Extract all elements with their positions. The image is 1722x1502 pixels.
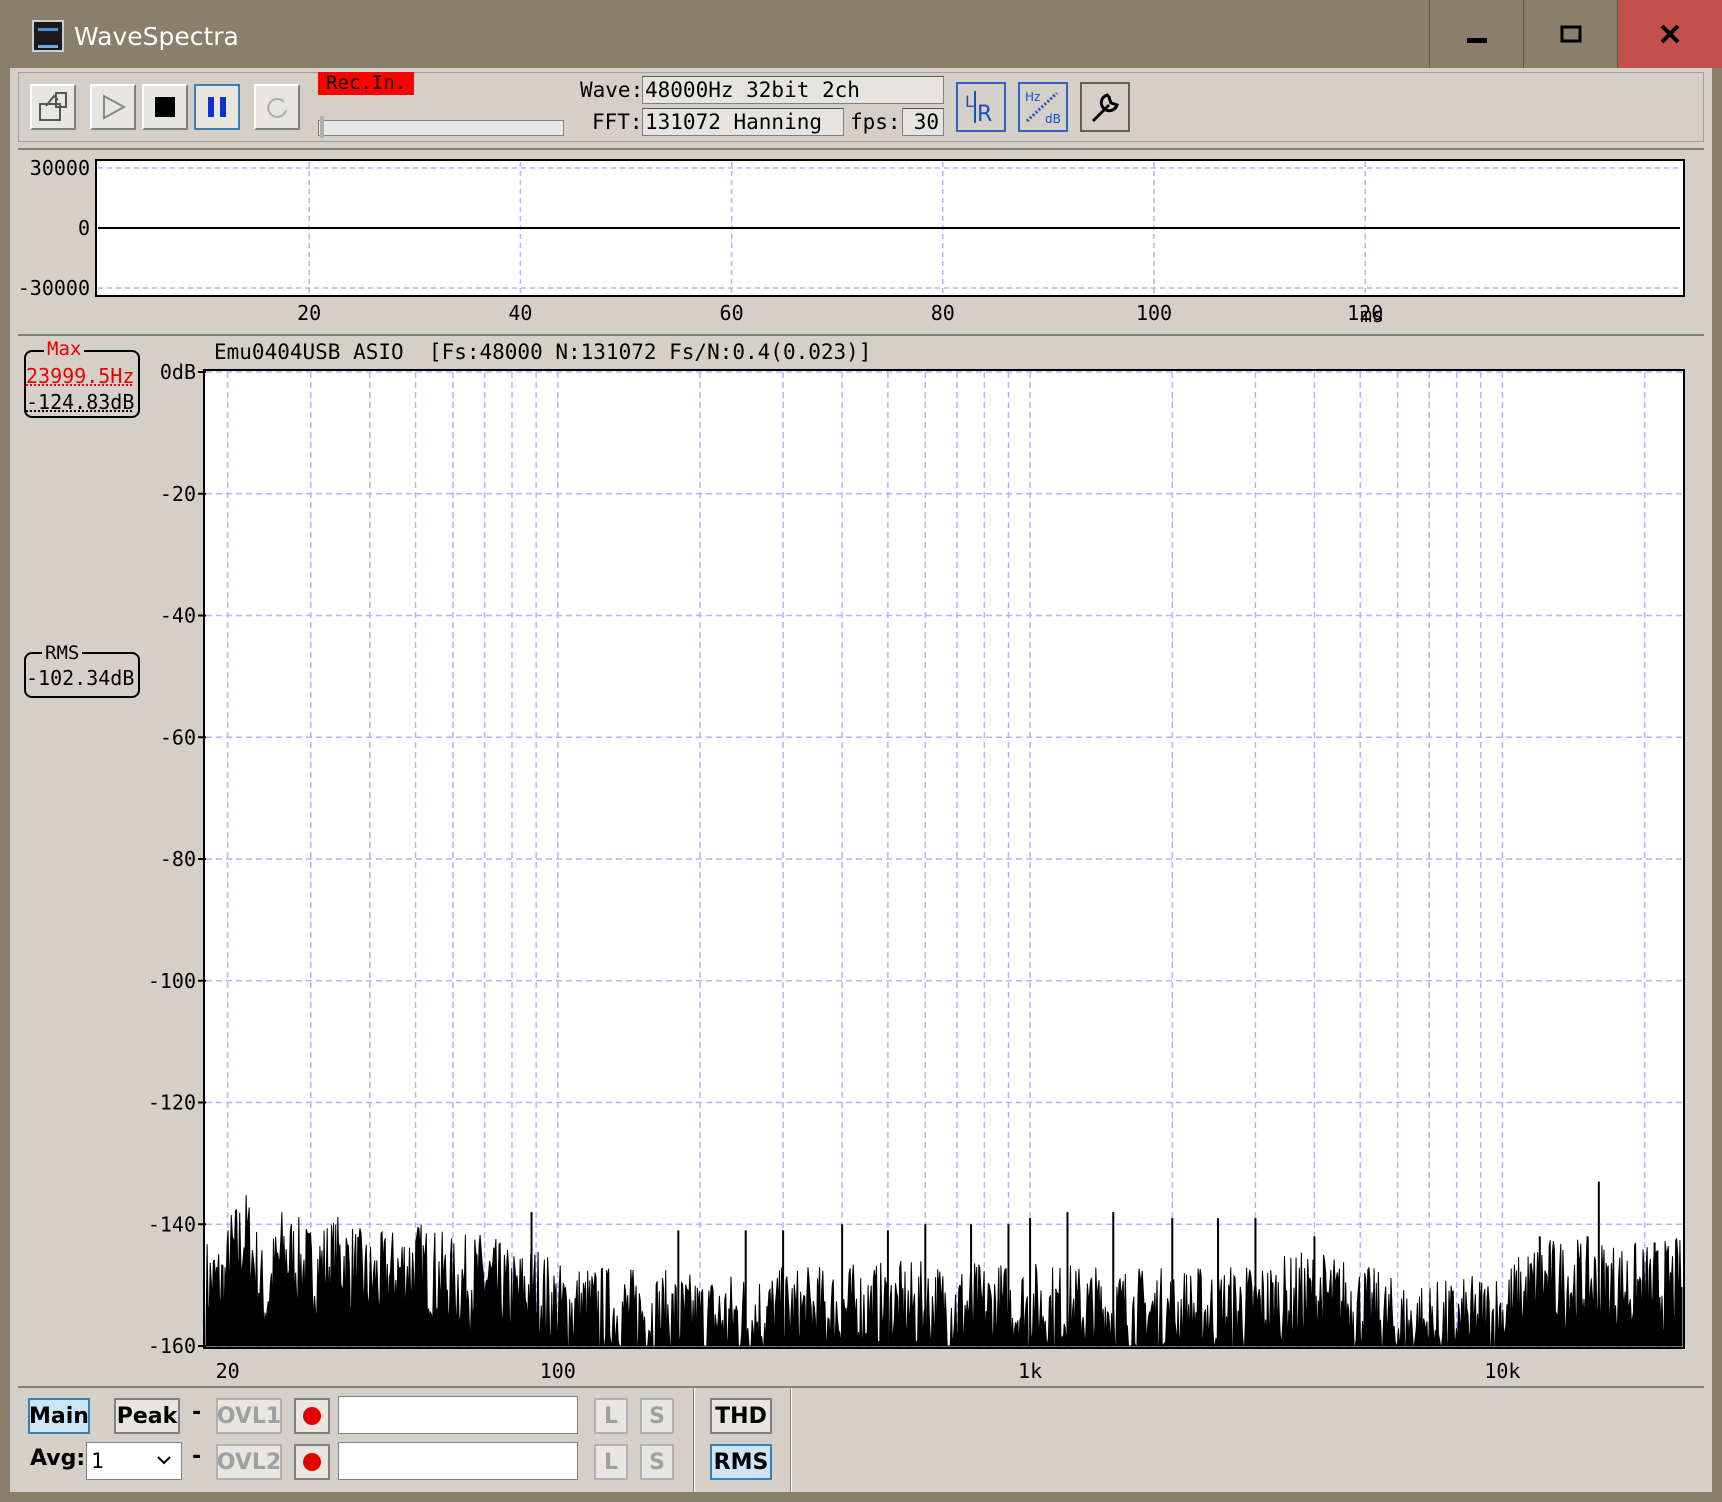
wave-label: Wave: — [580, 78, 644, 102]
record-dot-icon — [303, 1407, 321, 1425]
wave-y-tick-label: 30000 — [30, 156, 90, 180]
svg-text:Hz: Hz — [1025, 90, 1040, 104]
separator-dash: - — [192, 1444, 202, 1469]
chevron-down-icon[interactable] — [156, 1452, 172, 1468]
spectrum-y-tick-label: -60 — [160, 725, 196, 749]
input-level-slider[interactable] — [318, 120, 564, 136]
open-file-button[interactable] — [30, 84, 76, 130]
settings-button[interactable] — [1080, 82, 1130, 132]
spectrum-y-tick-label: -80 — [160, 847, 196, 871]
ovl2-record-button[interactable] — [294, 1444, 330, 1480]
ovl1-button[interactable]: OVL1 — [216, 1398, 282, 1434]
play-button[interactable] — [90, 84, 136, 130]
close-icon — [1660, 24, 1680, 44]
stop-button[interactable] — [142, 84, 188, 130]
spectrum-x-tick-label: 1k — [1018, 1359, 1042, 1383]
svg-text:dB: dB — [1045, 112, 1061, 126]
fft-setting-field: 131072 Hanning — [642, 108, 844, 136]
fps-label: fps: — [850, 110, 901, 134]
main-button[interactable]: Main — [28, 1398, 90, 1434]
minimize-icon — [1466, 38, 1487, 43]
ovl1-load-button[interactable]: L — [594, 1398, 628, 1434]
rms-button[interactable]: RMS — [710, 1444, 772, 1480]
spectrum-chart: 0dB -20 -40 -60 -80 -100 -120 -140 -160 20 100 1k 10… — [148, 360, 1685, 1383]
lr-channel-icon: LR — [965, 91, 992, 127]
wrench-icon — [1091, 93, 1119, 123]
thd-button[interactable]: THD — [710, 1398, 772, 1434]
divider — [693, 1388, 695, 1492]
fft-label: FFT: — [592, 110, 643, 134]
spectrum-y-tick-label: -160 — [148, 1334, 196, 1358]
spectrum-y-tick-label: -120 — [148, 1091, 196, 1115]
wave-x-tick-label: 80 — [931, 301, 955, 325]
spectrum-x-tick-label: 100 — [540, 1359, 576, 1383]
window-title: WaveSpectra — [74, 22, 239, 51]
close-button[interactable] — [1617, 0, 1722, 68]
repeat-button[interactable] — [254, 84, 300, 130]
hz-db-scale-button[interactable]: Hz dB — [1018, 82, 1068, 132]
ovl1-name-input[interactable] — [338, 1396, 578, 1434]
separator-dash: - — [192, 1400, 202, 1425]
record-dot-icon — [303, 1453, 321, 1471]
pause-button[interactable] — [194, 84, 240, 130]
wave-x-tick-label: 20 — [297, 301, 321, 325]
divider — [790, 1388, 792, 1492]
pause-icon — [208, 97, 226, 117]
spectrum-x-tick-label: 10k — [1484, 1359, 1520, 1383]
wavespectra-app-icon — [32, 20, 64, 52]
maximize-button[interactable] — [1523, 0, 1617, 68]
wave-x-tick-label: 60 — [720, 301, 744, 325]
maximize-icon — [1560, 25, 1581, 43]
peak-button[interactable]: Peak — [114, 1398, 180, 1434]
lr-channel-button[interactable]: LR — [956, 82, 1006, 132]
spectrum-y-tick-label: 0dB — [160, 360, 196, 384]
ovl2-button[interactable]: OVL2 — [216, 1444, 282, 1480]
fps-field: 30 — [902, 108, 944, 136]
wave-format-field: 48000Hz 32bit 2ch — [642, 76, 944, 104]
wave-x-tick-label: 100 — [1136, 301, 1172, 325]
wave-x-unit: ms — [1360, 303, 1384, 327]
spectrum-y-tick-label: -140 — [148, 1212, 196, 1236]
wave-y-tick-label: 0 — [78, 216, 90, 240]
ovl2-load-button[interactable]: L — [594, 1444, 628, 1480]
ovl1-record-button[interactable] — [294, 1398, 330, 1434]
wave-x-tick-label: 40 — [508, 301, 532, 325]
rec-input-label: Rec.In. — [318, 72, 414, 95]
svg-text:R: R — [977, 102, 992, 127]
spectrum-x-tick-label: 20 — [216, 1359, 240, 1383]
svg-text:L: L — [965, 92, 974, 111]
spectrum-y-tick-label: -40 — [160, 604, 196, 628]
ovl2-save-button[interactable]: S — [640, 1444, 674, 1480]
waveform-chart: 20 40 60 80 100 120ms300000-30000 — [18, 156, 1685, 327]
hz-db-scale-icon: HzdB — [1025, 90, 1061, 126]
ovl1-save-button[interactable]: S — [640, 1398, 674, 1434]
open-file-icon — [39, 92, 67, 121]
input-level-thumb[interactable] — [320, 116, 324, 138]
play-icon — [103, 94, 127, 120]
ovl2-name-input[interactable] — [338, 1442, 578, 1480]
wave-y-tick-label: -30000 — [18, 276, 90, 300]
stop-icon — [155, 97, 175, 117]
spectrum-y-tick-label: -100 — [148, 969, 196, 993]
spectrum-y-tick-label: -20 — [160, 482, 196, 506]
minimize-button[interactable] — [1429, 0, 1523, 68]
avg-label: Avg: — [30, 1446, 86, 1471]
repeat-icon — [267, 97, 287, 118]
